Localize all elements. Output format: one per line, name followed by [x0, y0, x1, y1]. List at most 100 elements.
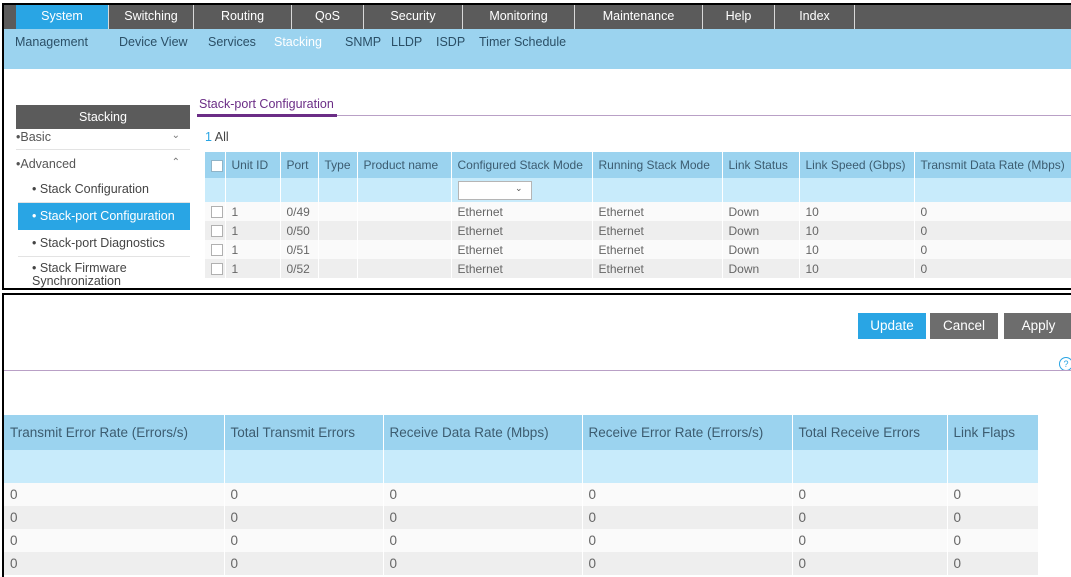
- select-all-header[interactable]: [205, 152, 226, 178]
- sidebar-basic[interactable]: •Basic ⌄: [16, 130, 190, 144]
- sidebar-title: Stacking: [16, 105, 190, 129]
- tab-qos[interactable]: QoS: [292, 5, 364, 29]
- total-receive-errors-cell: 0: [792, 506, 948, 529]
- tab-security[interactable]: Security: [364, 5, 463, 29]
- table-row: 1 0/51 Ethernet Ethernet Down 10 0: [205, 240, 1071, 259]
- help-icon[interactable]: ?: [1059, 357, 1071, 371]
- row-checkbox[interactable]: [211, 263, 223, 276]
- col-transmit-error-rate: Transmit Error Rate (Errors/s): [4, 415, 225, 450]
- link-flaps-cell: 0: [947, 483, 1039, 506]
- subtab-lldp[interactable]: LLDP: [391, 35, 422, 49]
- page-tab-stack-port-configuration[interactable]: Stack-port Configuration: [199, 97, 334, 111]
- page-number[interactable]: 1: [205, 130, 212, 144]
- link-status-cell: Down: [722, 240, 800, 259]
- tab-system[interactable]: System: [16, 5, 109, 29]
- tab-monitoring[interactable]: Monitoring: [463, 5, 575, 29]
- link-speed-cell: 10: [799, 259, 915, 278]
- transmit-error-rate-cell: 0: [4, 506, 225, 529]
- tab-routing[interactable]: Routing: [194, 5, 292, 29]
- sidebar-item-stack-port-diagnostics[interactable]: • Stack-port Diagnostics: [18, 236, 190, 250]
- filter-cell: [4, 450, 225, 483]
- filter-cell: [947, 450, 1039, 483]
- tab-maintenance[interactable]: Maintenance: [575, 5, 703, 29]
- stack-port-stats-table: Transmit Error Rate (Errors/s) Total Tra…: [4, 415, 1039, 575]
- chevron-up-icon: ⌃: [171, 157, 180, 168]
- subtab-isdp[interactable]: ISDP: [436, 35, 465, 49]
- cancel-button[interactable]: Cancel: [930, 313, 998, 339]
- row-checkbox[interactable]: [211, 225, 223, 238]
- product-name-cell: [357, 240, 452, 259]
- transmit-rate-cell: 0: [914, 202, 1071, 221]
- chevron-down-icon: ⌄: [514, 182, 523, 193]
- divider: [16, 149, 190, 150]
- configured-mode-cell: Ethernet: [451, 240, 593, 259]
- bullet: •: [32, 209, 40, 223]
- subtab-management[interactable]: Management: [15, 35, 88, 49]
- sidebar-item-stack-configuration[interactable]: • Stack Configuration: [18, 182, 190, 196]
- chevron-down-icon: ⌄: [171, 130, 180, 141]
- row-checkbox[interactable]: [211, 206, 223, 219]
- page-selector[interactable]: 1 All: [205, 130, 229, 144]
- table-row: 1 0/49 Ethernet Ethernet Down 10 0: [205, 202, 1071, 221]
- bullet: •: [32, 182, 40, 196]
- update-button[interactable]: Update: [858, 313, 926, 339]
- running-mode-cell: Ethernet: [592, 202, 723, 221]
- tab-help[interactable]: Help: [703, 5, 775, 29]
- configured-mode-cell: Ethernet: [451, 259, 593, 278]
- stack-port-table: Unit ID Port Type Product name Configure…: [205, 152, 1071, 278]
- total-transmit-errors-cell: 0: [224, 529, 384, 552]
- filter-cell: [582, 450, 793, 483]
- filter-cell: [225, 178, 281, 202]
- sidebar-item-stack-port-configuration[interactable]: • Stack-port Configuration: [18, 203, 190, 230]
- receive-data-rate-cell: 0: [383, 529, 583, 552]
- bullet: •: [32, 261, 40, 275]
- subtab-timer-schedule[interactable]: Timer Schedule: [479, 35, 566, 49]
- filter-cell: [799, 178, 915, 202]
- row-checkbox[interactable]: [211, 244, 223, 257]
- sidebar-advanced[interactable]: •Advanced ⌃: [16, 157, 190, 171]
- bullet: •: [32, 236, 40, 250]
- tab-index[interactable]: Index: [775, 5, 855, 29]
- unit-id-cell: 1: [225, 259, 281, 278]
- col-running-stack-mode: Running Stack Mode: [592, 152, 723, 178]
- sidebar-item-label: Stack-port Diagnostics: [39, 236, 165, 250]
- row-select-cell: [205, 221, 226, 240]
- total-receive-errors-cell: 0: [792, 483, 948, 506]
- receive-data-rate-cell: 0: [383, 552, 583, 575]
- receive-error-rate-cell: 0: [582, 483, 793, 506]
- subtab-device-view[interactable]: Device View: [119, 35, 188, 49]
- filter-cell: [357, 178, 452, 202]
- sidebar-item-label: Stack-port Configuration: [39, 209, 175, 223]
- apply-button[interactable]: Apply: [1004, 313, 1071, 339]
- table-row: 0 0 0 0 0 0: [4, 552, 1039, 575]
- filter-cell: [383, 450, 583, 483]
- subtab-stacking[interactable]: Stacking: [274, 35, 322, 49]
- col-transmit-data-rate: Transmit Data Rate (Mbps): [914, 152, 1071, 178]
- row-select-cell: [205, 240, 226, 259]
- link-speed-cell: 10: [799, 202, 915, 221]
- subtab-services[interactable]: Services: [208, 35, 256, 49]
- configured-stack-mode-select[interactable]: ⌄: [457, 180, 532, 200]
- receive-error-rate-cell: 0: [582, 529, 793, 552]
- link-status-cell: Down: [722, 221, 800, 240]
- show-all-link[interactable]: All: [215, 130, 229, 144]
- total-receive-errors-cell: 0: [792, 552, 948, 575]
- select-all-checkbox[interactable]: [211, 159, 223, 172]
- subtab-snmp[interactable]: SNMP: [345, 35, 381, 49]
- active-tab-indicator: [197, 114, 337, 117]
- receive-data-rate-cell: 0: [383, 483, 583, 506]
- running-mode-cell: Ethernet: [592, 240, 723, 259]
- filter-cell: [205, 178, 226, 202]
- tab-switching[interactable]: Switching: [109, 5, 194, 29]
- stack-port-stats-panel: Update Cancel Apply ? Transmit Error Rat…: [2, 293, 1071, 577]
- col-type: Type: [318, 152, 358, 178]
- sidebar-item-stack-firmware-sync[interactable]: • Stack Firmware Synchronization: [18, 262, 190, 288]
- sidebar-item-label: Stack Firmware Synchronization: [32, 261, 127, 288]
- col-total-transmit-errors: Total Transmit Errors: [224, 415, 384, 450]
- type-cell: [318, 202, 358, 221]
- link-flaps-cell: 0: [947, 506, 1039, 529]
- filter-cell: [224, 450, 384, 483]
- col-unit-id: Unit ID: [225, 152, 281, 178]
- filter-cell: [592, 178, 723, 202]
- table-row: 1 0/52 Ethernet Ethernet Down 10 0: [205, 259, 1071, 278]
